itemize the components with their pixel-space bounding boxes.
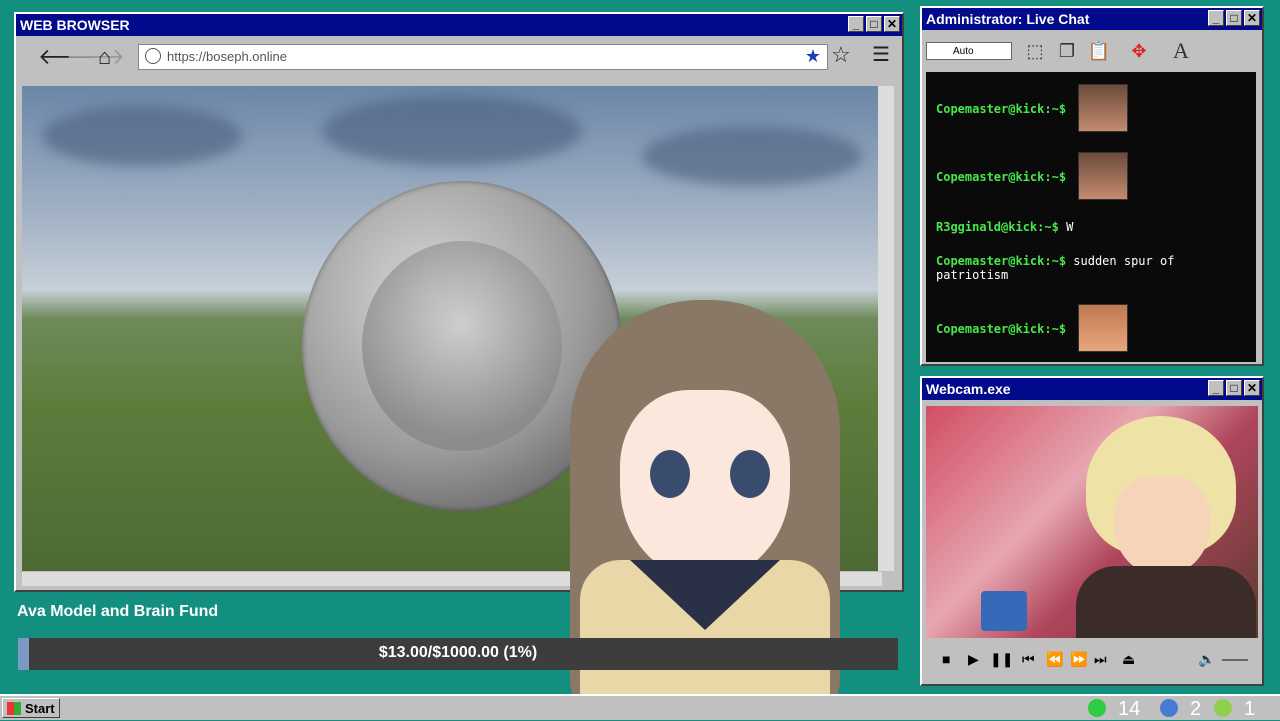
font-select[interactable]: Auto <box>926 42 1012 60</box>
browser-titlebar[interactable]: WEB BROWSER _ □ ✕ <box>16 14 902 36</box>
play-icon[interactable]: ▶ <box>968 651 979 668</box>
minimize-button[interactable]: _ <box>848 16 864 32</box>
tray-count: 14 <box>1118 698 1141 720</box>
moon-icon[interactable] <box>1160 699 1178 717</box>
fast-forward-icon[interactable]: ⏩ <box>1070 651 1087 668</box>
cup-image <box>981 591 1027 631</box>
start-button[interactable]: Start <box>2 698 60 718</box>
emote-image <box>1078 304 1128 352</box>
chat-message: Copemaster@kick:~$ sudden spur of patrio… <box>936 254 1174 282</box>
chat-text: patriotism <box>936 268 1009 282</box>
tray-count: 2 <box>1190 698 1202 720</box>
chat-message: Copemaster@kick:~$ <box>936 170 1066 184</box>
skip-back-icon[interactable]: ⏮ <box>1022 651 1035 668</box>
pause-icon[interactable]: ❚❚ <box>990 651 1013 668</box>
chat-window: Administrator: Live Chat _ □ ✕ Auto ⬚ ❐ … <box>920 6 1264 366</box>
maximize-button[interactable]: □ <box>866 16 882 32</box>
start-label: Start <box>25 701 55 716</box>
select-icon[interactable]: ⬚ <box>1022 38 1048 64</box>
close-button[interactable]: ✕ <box>1244 380 1260 396</box>
chat-title: Administrator: Live Chat <box>926 11 1090 27</box>
fund-progress-bar: $13.00/$1000.00 (1%) <box>18 638 898 670</box>
fund-progress-text: $13.00/$1000.00 (1%) <box>378 644 538 661</box>
kick-icon[interactable] <box>1088 699 1106 717</box>
browser-title: WEB BROWSER <box>20 17 130 33</box>
vertical-scrollbar[interactable] <box>878 86 894 571</box>
maximize-button[interactable]: □ <box>1226 10 1242 26</box>
bookmark-star-icon[interactable]: ★ <box>805 46 821 67</box>
media-controls: ■ ▶ ❚❚ ⏮ ⏪ ⏩ ⏭ ⏏ 🔈 <box>926 644 1258 678</box>
emote-image <box>1078 152 1128 200</box>
minimize-button[interactable]: _ <box>1208 380 1224 396</box>
eject-icon[interactable]: ⏏ <box>1122 651 1135 668</box>
fund-title: Ava Model and Brain Fund <box>17 603 219 620</box>
move-icon[interactable]: ✥ <box>1126 38 1152 64</box>
address-bar[interactable]: https://boseph.online ★ <box>138 44 828 70</box>
paste-icon[interactable]: 📋 <box>1086 38 1112 64</box>
minimize-button[interactable]: _ <box>1208 10 1224 26</box>
chat-message: R3gginald@kick:~$ W <box>936 220 1073 234</box>
chat-message: Copemaster@kick:~$ <box>936 322 1066 336</box>
url-text: https://boseph.online <box>167 49 287 64</box>
close-button[interactable]: ✕ <box>884 16 900 32</box>
globe-icon <box>145 48 161 64</box>
chat-username: Copemaster@kick:~$ <box>936 102 1067 116</box>
skip-forward-icon[interactable]: ⏭ <box>1094 651 1107 668</box>
menu-icon[interactable]: ☰ <box>872 42 890 67</box>
tray-count: 1 <box>1244 698 1256 720</box>
webcam-window: Webcam.exe _ □ ✕ ■ ▶ ❚❚ ⏮ ⏪ ⏩ ⏭ ⏏ 🔈 <box>920 376 1264 686</box>
volume-slider[interactable] <box>1222 659 1248 661</box>
close-button[interactable]: ✕ <box>1244 10 1260 26</box>
chat-message: Copemaster@kick:~$ <box>936 102 1066 116</box>
chat-log: Copemaster@kick:~$ Copemaster@kick:~$ R3… <box>926 72 1256 362</box>
maximize-button[interactable]: □ <box>1226 380 1242 396</box>
chat-titlebar[interactable]: Administrator: Live Chat _ □ ✕ <box>922 8 1262 30</box>
favorite-star-icon[interactable]: ☆ <box>831 42 851 68</box>
webcam-titlebar[interactable]: Webcam.exe _ □ ✕ <box>922 378 1262 400</box>
webcam-title: Webcam.exe <box>926 381 1011 397</box>
play-circle-icon[interactable] <box>1214 699 1232 717</box>
chat-username: Copemaster@kick:~$ <box>936 254 1067 268</box>
chat-username: R3gginald@kick:~$ <box>936 220 1059 234</box>
windows-logo-icon <box>7 702 21 715</box>
chat-toolbar: Auto ⬚ ❐ 📋 ✥ A <box>922 30 1262 70</box>
stop-icon[interactable]: ■ <box>942 651 950 667</box>
browser-navbar: 🡐 🡒 ⌂ https://boseph.online ★ ☆ ☰ <box>16 36 902 76</box>
volume-icon[interactable]: 🔈 <box>1198 651 1215 668</box>
forward-arrow-icon[interactable]: 🡒 <box>66 44 125 70</box>
chat-username: Copemaster@kick:~$ <box>936 170 1067 184</box>
chat-text: W <box>1066 220 1074 234</box>
font-icon[interactable]: A <box>1168 38 1194 64</box>
chat-username: Copemaster@kick:~$ <box>936 322 1067 336</box>
chat-text: sudden spur of <box>1073 254 1175 268</box>
home-icon[interactable]: ⌂ <box>98 44 111 70</box>
taskbar: Start 14 2 1 <box>0 694 1280 720</box>
webcam-feed <box>926 406 1258 638</box>
copy-icon[interactable]: ❐ <box>1054 38 1080 64</box>
emote-image <box>1078 84 1128 132</box>
rewind-icon[interactable]: ⏪ <box>1046 651 1063 668</box>
